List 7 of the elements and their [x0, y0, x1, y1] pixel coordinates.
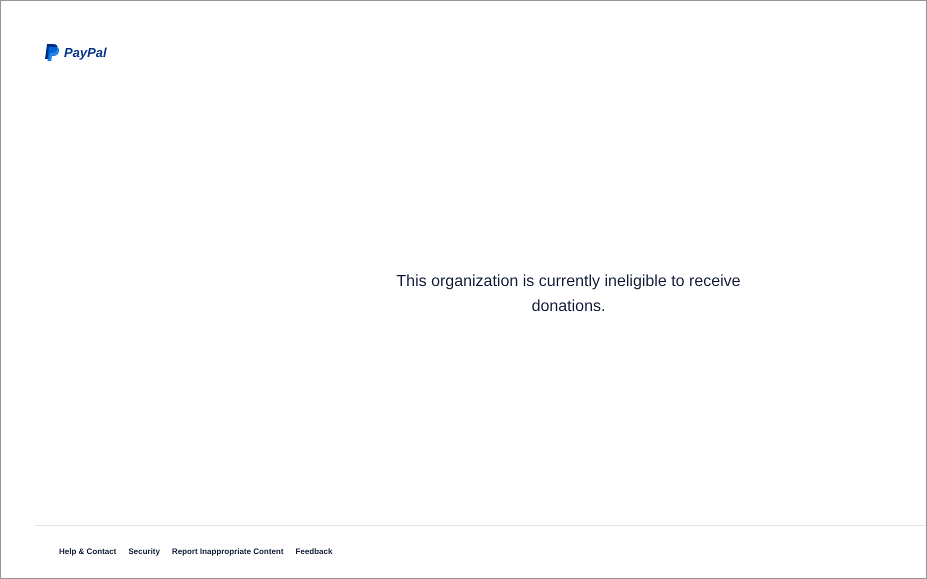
footer-link[interactable]: Security — [128, 546, 160, 558]
footer-link[interactable]: Help & Contact — [59, 546, 116, 558]
logo-icon — [45, 44, 59, 62]
footer-link[interactable]: Feedback — [295, 546, 332, 558]
message: This organization is currently ineligible to receive donations. — [395, 272, 742, 317]
logo-text: PayPal — [64, 44, 107, 62]
footer-link[interactable]: Report Inappropriate Content — [172, 546, 284, 558]
